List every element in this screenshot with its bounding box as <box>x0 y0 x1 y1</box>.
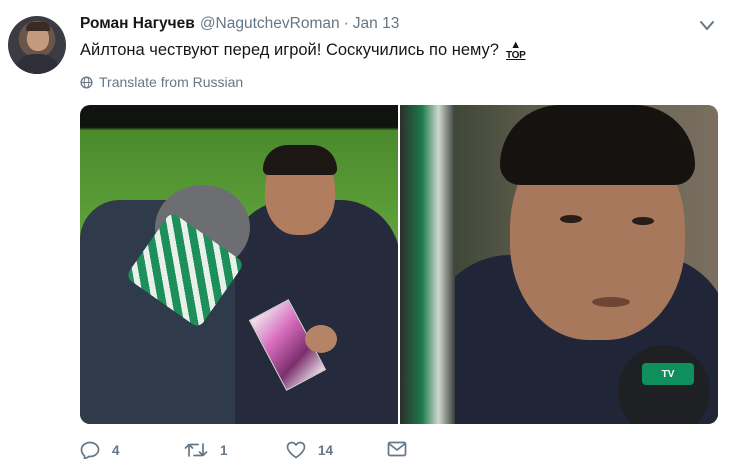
media-photo-right[interactable]: TV <box>400 105 718 424</box>
globe-icon <box>80 75 93 89</box>
tweet-text: Айлтона чествуют перед игрой! Соскучилис… <box>80 40 526 61</box>
reply-icon <box>80 441 100 459</box>
author-avatar[interactable] <box>8 16 66 74</box>
top-emoji-label: TOP <box>505 50 526 61</box>
header-separator: · <box>343 15 349 32</box>
heart-icon <box>286 441 306 459</box>
author-handle[interactable]: @NagutchevRoman <box>200 15 340 33</box>
top-arrow-emoji: ▲ TOP <box>505 40 526 61</box>
mic-logo: TV <box>642 363 694 385</box>
tweet-body: Айлтона чествуют перед игрой! Соскучилис… <box>80 41 499 59</box>
envelope-icon <box>387 441 407 457</box>
like-count: 14 <box>318 442 334 458</box>
tweet-media: TV <box>80 105 718 424</box>
retweet-icon <box>184 443 208 457</box>
tweet-header: Роман Нагучев @NagutchevRoman · Jan 13 <box>80 15 399 35</box>
tweet-date[interactable]: Jan 13 <box>353 15 400 33</box>
direct-message-button[interactable] <box>387 441 407 457</box>
reply-button[interactable]: 4 <box>80 441 120 459</box>
media-photo-left[interactable] <box>80 105 398 424</box>
like-button[interactable]: 14 <box>286 441 333 459</box>
translate-label: Translate from Russian <box>99 74 244 90</box>
retweet-button[interactable]: 1 <box>184 441 228 459</box>
author-display-name[interactable]: Роман Нагучев <box>80 15 195 33</box>
retweet-count: 1 <box>220 442 228 458</box>
translate-link[interactable]: Translate from Russian <box>80 74 243 90</box>
reply-count: 4 <box>112 442 120 458</box>
caret-down-icon[interactable] <box>699 19 715 33</box>
